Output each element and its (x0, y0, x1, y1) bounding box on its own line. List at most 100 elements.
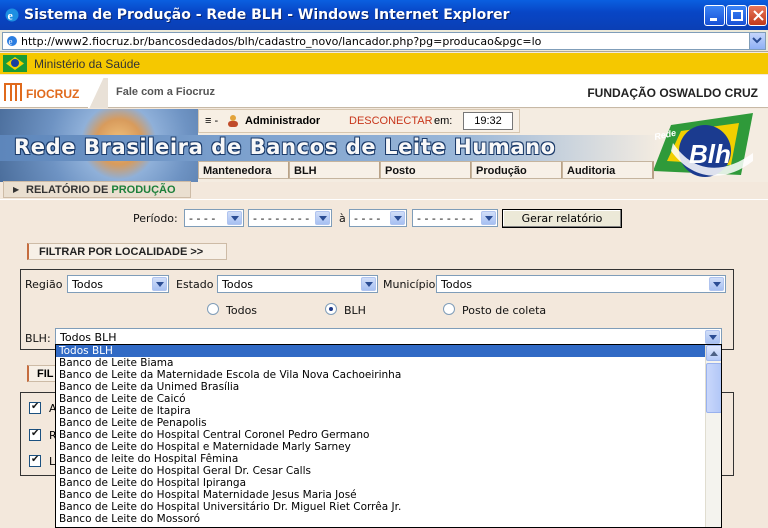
maximize-icon (731, 10, 743, 21)
dropdown-option[interactable]: Banco de Leite do Hospital Maternidade J… (56, 489, 721, 501)
close-icon (753, 10, 764, 21)
chevron-down-icon (361, 277, 376, 291)
dropdown-option[interactable]: Banco de leite do Hospital Fêmina (56, 453, 721, 465)
dropdown-option[interactable]: Banco de Leite do Hospital Central Coron… (56, 429, 721, 441)
fale-link[interactable]: Fale com a Fiocruz (116, 86, 215, 98)
svg-text:e: e (9, 37, 13, 47)
report-title-prefix: RELATÓRIO DE (26, 184, 109, 196)
chevron-down-icon (315, 211, 330, 225)
menu-icon[interactable]: ≡ - (205, 115, 218, 127)
rede-blh-logo: Rede Blh (653, 113, 753, 177)
nav-item-producao[interactable]: Produção (471, 161, 563, 179)
start-month-select[interactable]: - - - - (184, 209, 244, 227)
address-bar: e http://www2.fiocruz.br/bancosdedados/b… (0, 30, 768, 52)
chevron-down-icon (227, 211, 242, 225)
dropdown-option[interactable]: Banco de Leite do Hospital e Maternidade… (56, 441, 721, 453)
checkbox-a[interactable] (29, 401, 41, 414)
banner-title: Rede Brasileira de Bancos de Leite Human… (14, 135, 556, 159)
minimize-button[interactable] (704, 5, 725, 26)
url-text: http://www2.fiocruz.br/bancosdedados/blh… (21, 35, 542, 48)
dropdown-option[interactable]: Banco de Leite do Mossoró (56, 513, 721, 525)
arrow-right-icon: ▶ (13, 185, 20, 194)
close-button[interactable] (748, 5, 767, 26)
select-value: - - - - - - - - (417, 212, 474, 225)
report-title-highlight: PRODUÇÃO (111, 184, 176, 196)
second-filter-box-edge (720, 392, 734, 476)
dropdown-option[interactable]: Banco de Leite da Unimed Brasília (56, 381, 721, 393)
select-value: - - - - - - - - (253, 212, 310, 225)
nav-label: Produção (476, 165, 527, 177)
nav-item-blh[interactable]: BLH (289, 161, 381, 179)
fundacao-title: FUNDAÇÃO OSWALDO CRUZ (587, 86, 758, 100)
window-title: Sistema de Produção - Rede BLH - Windows… (24, 7, 510, 23)
logo-blh-text: Blh (689, 139, 731, 169)
dropdown-option[interactable]: Banco de Leite da Maternidade Escola de … (56, 369, 721, 381)
dropdown-option[interactable]: Banco de Leite do Hospital Universitário… (56, 501, 721, 513)
end-year-select[interactable]: - - - - - - - - (412, 209, 498, 227)
fiocruz-logo-text[interactable]: FIOCRUZ (26, 87, 79, 101)
fiocruz-bar: FIOCRUZ Fale com a Fiocruz FUNDAÇÃO OSWA… (0, 75, 768, 108)
generate-report-button[interactable]: Gerar relatório (502, 209, 622, 228)
nav-label: BLH (294, 165, 317, 177)
brazil-flag-icon (3, 55, 27, 72)
dropdown-options: Todos BLH Banco de Leite Biama Banco de Le… (56, 345, 721, 525)
clock-label: em: (434, 115, 453, 127)
divider (88, 78, 108, 108)
chevron-down-icon (709, 277, 724, 291)
regiao-label: Região (25, 278, 63, 291)
radio-blh-label: BLH (344, 304, 366, 317)
select-value: - - - - (189, 212, 216, 225)
dropdown-option[interactable]: Banco de Leite Biama (56, 357, 721, 369)
checkbox-l[interactable] (29, 454, 41, 467)
chevron-down-icon (481, 211, 496, 225)
municipio-select[interactable]: Todos (436, 275, 726, 293)
checkbox-r[interactable] (29, 428, 41, 441)
report-section-header: ▶ RELATÓRIO DE PRODUÇÃO (3, 181, 191, 198)
divider (0, 199, 768, 200)
blh-label: BLH: (25, 332, 51, 345)
logout-link[interactable]: DESCONECTAR (349, 115, 433, 127)
url-field[interactable]: e http://www2.fiocruz.br/bancosdedados/b… (2, 32, 766, 50)
second-filter-toggle[interactable]: FIL (27, 365, 57, 382)
end-month-select[interactable]: - - - - (349, 209, 407, 227)
start-year-select[interactable]: - - - - - - - - (248, 209, 332, 227)
chevron-down-icon (752, 37, 762, 44)
blh-dropdown-list[interactable]: Todos BLH Banco de Leite Biama Banco de Le… (55, 344, 722, 528)
dropdown-option[interactable]: Banco de Leite do Hospital Ipiranga (56, 477, 721, 489)
gov-link[interactable]: Ministério da Saúde (34, 57, 140, 71)
radio-todos[interactable] (207, 303, 219, 315)
filter-location-toggle[interactable]: FILTRAR POR LOCALIDADE >> (27, 243, 227, 260)
regiao-select[interactable]: Todos (67, 275, 169, 293)
svg-text:e: e (8, 9, 14, 23)
nav-item-mantenedora[interactable]: Mantenedora (198, 161, 290, 179)
estado-select[interactable]: Todos (217, 275, 378, 293)
dropdown-option[interactable]: Banco de Leite de Itapira (56, 405, 721, 417)
nav-item-posto[interactable]: Posto (380, 161, 472, 179)
ie-icon: e (5, 8, 19, 23)
select-value: Todos (222, 278, 254, 291)
radio-posto[interactable] (443, 303, 455, 315)
dropdown-scrollbar[interactable] (705, 345, 721, 527)
admin-panel: ≡ - Administrador DESCONECTAR em: 19:32 (198, 109, 520, 133)
fiocruz-logo-icon (4, 83, 22, 101)
url-dropdown-button[interactable] (749, 33, 765, 49)
nav-item-auditoria[interactable]: Auditoria (562, 161, 654, 179)
chevron-down-icon (705, 330, 720, 344)
maximize-button[interactable] (726, 5, 747, 26)
user-icon (228, 115, 238, 127)
report-title: RELATÓRIO DE PRODUÇÃO (26, 184, 176, 196)
dropdown-option[interactable]: Banco de Leite de Caicó (56, 393, 721, 405)
dropdown-option[interactable]: Banco de Leite de Penapolis (56, 417, 721, 429)
period-label: Período: (133, 212, 178, 225)
chevron-down-icon (390, 211, 405, 225)
dropdown-option[interactable]: Todos BLH (56, 345, 721, 357)
page-icon: e (7, 36, 17, 47)
scroll-thumb[interactable] (706, 363, 721, 413)
estado-label: Estado (176, 278, 214, 291)
gov-bar: Ministério da Saúde (0, 53, 768, 74)
scroll-up-button[interactable] (706, 345, 721, 361)
radio-blh[interactable] (325, 303, 337, 315)
dropdown-option[interactable]: Banco de Leite do Hospital Geral Dr. Ces… (56, 465, 721, 477)
nav-label: Posto (385, 165, 416, 177)
nav-label: Mantenedora (203, 165, 272, 177)
